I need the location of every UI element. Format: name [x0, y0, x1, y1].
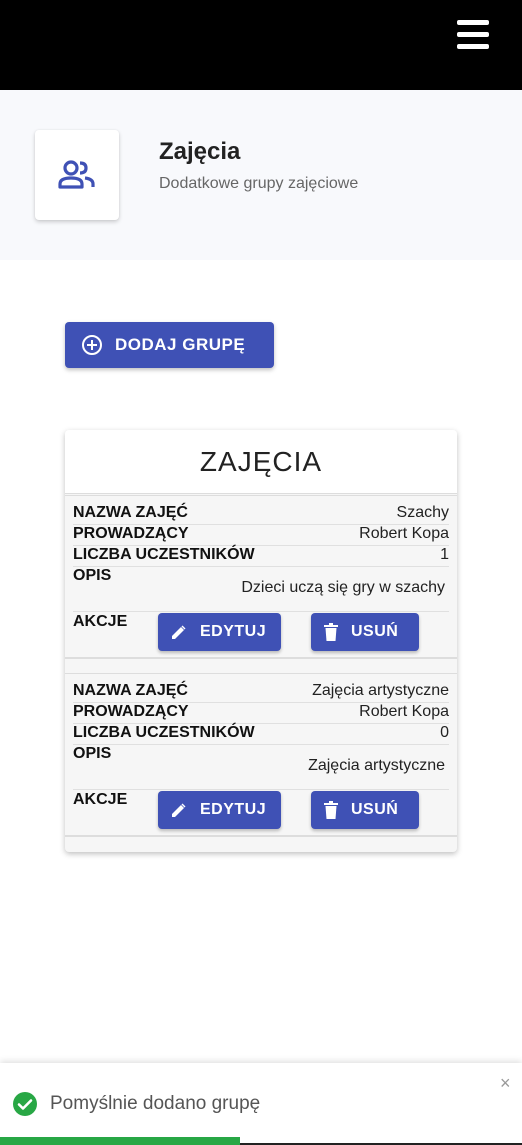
close-icon[interactable]: ×: [500, 1073, 511, 1094]
teacher-value: Robert Kopa: [359, 525, 449, 542]
delete-label: USUŃ: [351, 801, 399, 818]
name-label: NAZWA ZAJĘĆ: [73, 504, 188, 521]
description-label: OPIS: [73, 567, 112, 584]
count-label: LICZBA UCZESTNIKÓW: [73, 546, 255, 563]
toast-message: Pomyślnie dodano grupę: [50, 1093, 261, 1114]
success-toast: Pomyślnie dodano grupę ×: [0, 1063, 522, 1145]
teacher-row: PROWADZĄCY Robert Kopa: [73, 703, 449, 724]
card-title: ZAJĘCIA: [65, 430, 457, 494]
teacher-label: PROWADZĄCY: [73, 703, 189, 720]
edit-button[interactable]: EDYTUJ: [158, 791, 281, 829]
plus-circle-icon: [82, 335, 102, 355]
actions-label: AKCJE: [73, 791, 128, 808]
group-item: NAZWA ZAJĘĆ Zajęcia artystyczne PROWADZĄ…: [65, 673, 457, 837]
name-value: Szachy: [396, 504, 449, 521]
add-group-button[interactable]: DODAJ GRUPĘ: [65, 322, 274, 368]
name-value: Zajęcia artystyczne: [312, 682, 449, 699]
name-label: NAZWA ZAJĘĆ: [73, 682, 188, 699]
toast-progress-bar: [0, 1137, 240, 1145]
delete-button[interactable]: USUŃ: [311, 791, 419, 829]
name-row: NAZWA ZAJĘĆ Zajęcia artystyczne: [73, 682, 449, 703]
delete-button[interactable]: USUŃ: [311, 613, 419, 651]
edit-button[interactable]: EDYTUJ: [158, 613, 281, 651]
check-circle-icon: [13, 1092, 37, 1116]
count-value: 0: [440, 724, 449, 741]
name-row: NAZWA ZAJĘĆ Szachy: [73, 504, 449, 525]
description-value: Zajęcia artystyczne: [308, 757, 445, 774]
description-value: Dzieci uczą się gry w szachy: [241, 579, 445, 596]
add-group-label: DODAJ GRUPĘ: [115, 335, 246, 354]
group-item: NAZWA ZAJĘĆ Szachy PROWADZĄCY Robert Kop…: [65, 495, 457, 659]
count-row: LICZBA UCZESTNIKÓW 0: [73, 724, 449, 745]
delete-label: USUŃ: [351, 623, 399, 640]
description-label: OPIS: [73, 745, 112, 762]
teacher-label: PROWADZĄCY: [73, 525, 189, 542]
trash-icon: [324, 623, 338, 641]
page-title: Zajęcia: [159, 138, 241, 165]
count-row: LICZBA UCZESTNIKÓW 1: [73, 546, 449, 567]
top-app-bar: [0, 0, 522, 90]
edit-label: EDYTUJ: [200, 623, 267, 640]
pencil-icon: [172, 803, 186, 817]
people-icon: [58, 160, 95, 189]
edit-label: EDYTUJ: [200, 801, 267, 818]
actions-label: AKCJE: [73, 613, 128, 630]
count-label: LICZBA UCZESTNIKÓW: [73, 724, 255, 741]
pencil-icon: [172, 625, 186, 639]
teacher-row: PROWADZĄCY Robert Kopa: [73, 525, 449, 546]
teacher-value: Robert Kopa: [359, 703, 449, 720]
header-icon-box: [35, 130, 119, 220]
trash-icon: [324, 801, 338, 819]
groups-card: ZAJĘCIA NAZWA ZAJĘĆ Szachy PROWADZĄCY Ro…: [65, 430, 457, 852]
hamburger-menu-icon[interactable]: [457, 20, 491, 50]
page-subtitle: Dodatkowe grupy zajęciowe: [159, 175, 359, 192]
count-value: 1: [440, 546, 449, 563]
